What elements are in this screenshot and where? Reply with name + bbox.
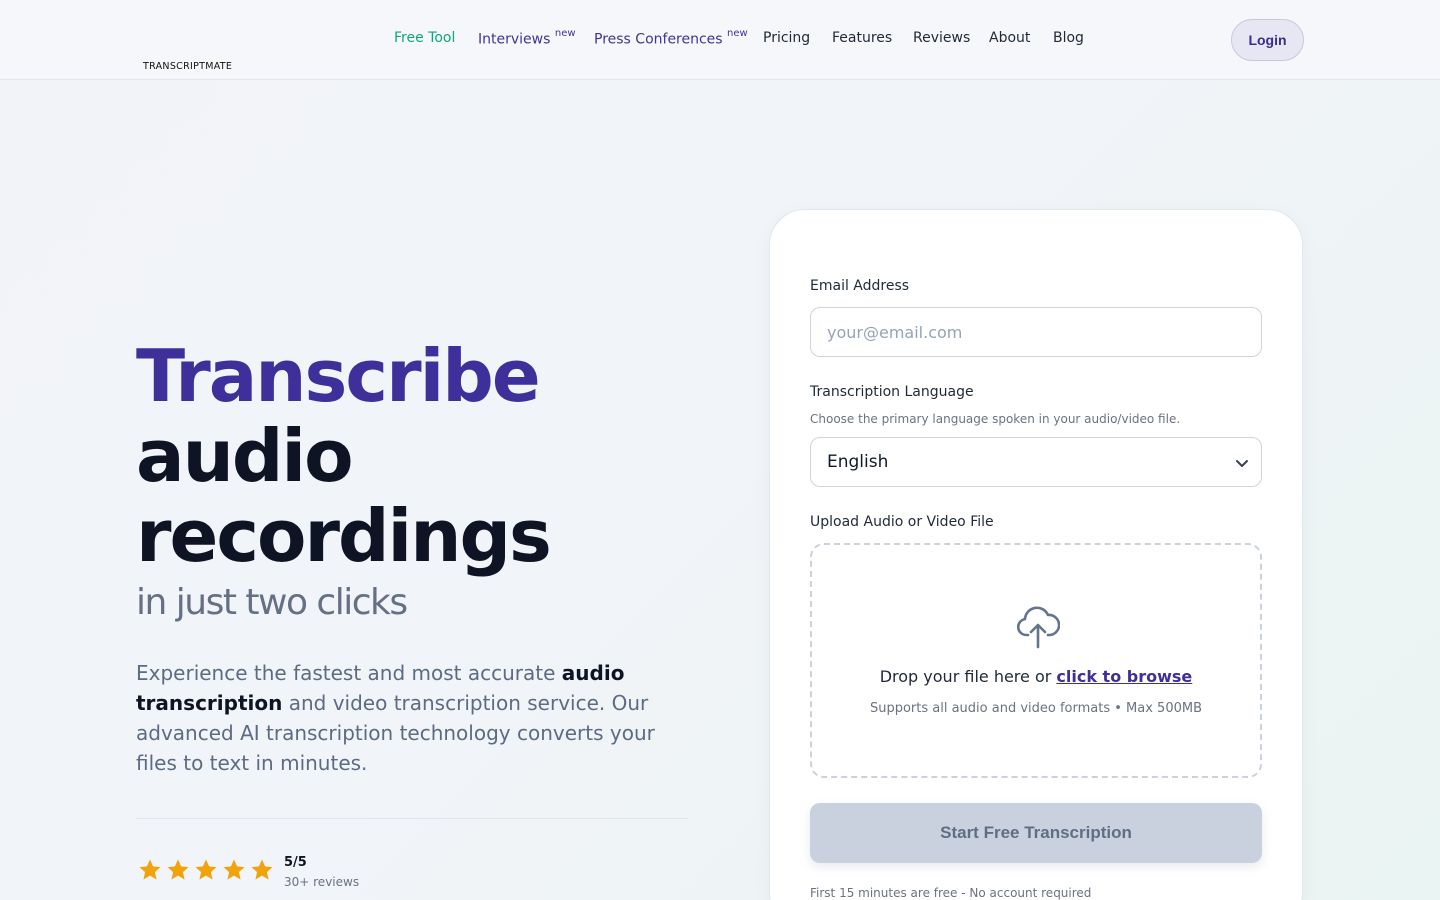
star-icon — [251, 859, 273, 880]
hero-divider — [136, 818, 688, 819]
cloud-upload-icon — [1016, 606, 1060, 649]
nav-blog[interactable]: Blog — [1053, 30, 1084, 46]
drop-instructions: Drop your file here or click to browse — [879, 667, 1193, 686]
brand-logo[interactable]: TRANSCRIPTMATE — [143, 18, 235, 74]
hero-title-line-1: Transcribe — [136, 334, 541, 418]
free-minutes-note: First 15 minutes are free - No account r… — [810, 886, 1092, 900]
browse-link[interactable]: click to browse — [1056, 667, 1192, 686]
start-transcription-button[interactable]: Start Free Transcription — [810, 803, 1262, 863]
new-badge: new — [727, 28, 748, 39]
email-label: Email Address — [810, 278, 910, 294]
language-selected-value: English — [827, 452, 889, 472]
language-label: Transcription Language — [810, 384, 974, 400]
hero-title: Transcribe audio recordings — [136, 334, 552, 578]
nav-press-conferences[interactable]: Press Conferences new — [594, 28, 748, 48]
nav-free-tool[interactable]: Free Tool — [394, 30, 455, 46]
nav-interviews[interactable]: Interviews new — [478, 28, 576, 48]
star-icon — [139, 859, 161, 880]
hero-title-line-2: audio — [136, 414, 354, 498]
rating-score: 5/5 — [284, 855, 307, 870]
email-placeholder: your@email.com — [827, 322, 963, 342]
language-select[interactable]: English — [810, 437, 1262, 487]
star-icon — [167, 859, 189, 880]
brand-name: TRANSCRIPTMATE — [143, 61, 233, 72]
new-badge: new — [554, 28, 576, 39]
nav-features[interactable]: Features — [832, 30, 892, 46]
email-field[interactable]: your@email.com — [810, 307, 1262, 357]
nav-about[interactable]: About — [989, 30, 1030, 46]
upload-limits: Supports all audio and video formats • M… — [869, 701, 1203, 716]
hero-title-line-3: recordings — [136, 494, 552, 578]
site-header: TRANSCRIPTMATE Free Tool Interviews new … — [0, 0, 1440, 80]
file-dropzone[interactable]: Drop your file here or click to browse S… — [810, 543, 1262, 778]
hero-subtitle: in just two clicks — [136, 582, 408, 623]
upload-label: Upload Audio or Video File — [810, 514, 994, 530]
hero-description: Experience the fastest and most accurate… — [136, 661, 655, 775]
nav-reviews[interactable]: Reviews — [913, 30, 970, 46]
chevron-down-icon — [1236, 460, 1248, 467]
logo-waveform-icon — [163, 19, 213, 58]
nav-pricing[interactable]: Pricing — [763, 30, 810, 46]
rating-count: 30+ reviews — [284, 875, 360, 889]
star-icon — [195, 859, 217, 880]
star-icon — [223, 859, 245, 880]
login-button[interactable]: Login — [1231, 19, 1304, 61]
language-helper: Choose the primary language spoken in yo… — [810, 412, 1181, 426]
star-rating — [138, 858, 274, 882]
